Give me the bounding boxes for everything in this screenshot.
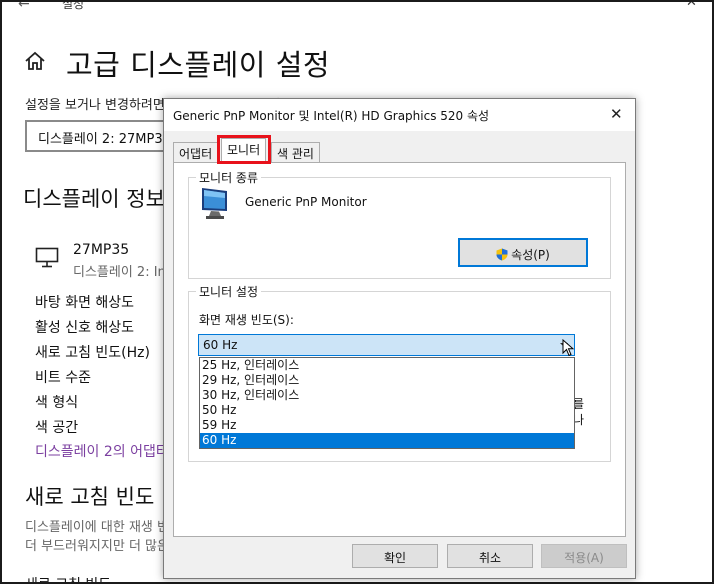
display-select-dropdown[interactable]: 디스플레이 2: 27MP35: [25, 120, 185, 152]
option-59hz[interactable]: 59 Hz: [200, 418, 574, 433]
property-color-format: 색 형식: [35, 395, 79, 411]
monitor-icon: [35, 247, 59, 268]
tab-adapter[interactable]: 어댑터: [173, 142, 219, 162]
refresh-rate-combobox[interactable]: 60 Hz: [198, 334, 575, 356]
monitor-settings-group-label: 모니터 설정: [196, 283, 262, 300]
property-refresh-rate: 새로 고침 빈도(Hz): [35, 345, 150, 361]
property-desktop-resolution: 바탕 화면 해상도: [35, 295, 135, 311]
settings-window-title: 설정: [62, 0, 85, 11]
monitor-icon: [202, 188, 227, 219]
display-info-heading: 디스플레이 정보: [23, 187, 165, 211]
refresh-rate-options-list[interactable]: 25 Hz, 인터레이스 29 Hz, 인터레이스 30 Hz, 인터레이스 5…: [199, 357, 575, 449]
cancel-button[interactable]: 취소: [447, 544, 533, 568]
refresh-rate-label: 새로 고침 빈도: [25, 574, 111, 582]
monitor-properties-dialog: Generic PnP Monitor 및 Intel(R) HD Graphi…: [163, 98, 636, 579]
property-color-space: 색 공간: [35, 420, 79, 436]
apply-button: 적용(A): [541, 544, 627, 568]
refresh-rate-heading: 새로 고침 빈도: [25, 485, 155, 509]
tab-color-management[interactable]: 색 관리: [271, 142, 320, 162]
option-25hz-interlaced[interactable]: 25 Hz, 인터레이스: [200, 358, 574, 373]
back-icon[interactable]: ←: [18, 2, 30, 12]
property-bit-depth: 비트 수준: [35, 370, 91, 386]
dialog-title: Generic PnP Monitor 및 Intel(R) HD Graphi…: [173, 109, 490, 123]
option-50hz[interactable]: 50 Hz: [200, 403, 574, 418]
monitor-type-name: Generic PnP Monitor: [245, 195, 367, 209]
properties-button[interactable]: 속성(P): [458, 238, 588, 267]
tab-monitor[interactable]: 모니터: [221, 138, 267, 163]
mouse-cursor-icon: [562, 339, 574, 357]
home-icon[interactable]: [24, 50, 46, 72]
properties-button-label: 속성(P): [511, 248, 550, 262]
ok-button[interactable]: 확인: [352, 544, 438, 568]
page-title: 고급 디스플레이 설정: [66, 48, 331, 82]
refresh-rate-field-label: 화면 재생 빈도(S):: [199, 313, 294, 327]
monitor-name: 27MP35: [73, 242, 130, 258]
option-30hz-interlaced[interactable]: 30 Hz, 인터레이스: [200, 388, 574, 403]
option-29hz-interlaced[interactable]: 29 Hz, 인터레이스: [200, 373, 574, 388]
dialog-close-icon[interactable]: ✕: [610, 105, 623, 123]
monitor-type-group-label: 모니터 종류: [196, 169, 262, 186]
property-active-signal-resolution: 활성 신호 해상도: [35, 320, 135, 336]
uac-shield-icon: [496, 248, 508, 261]
display-select-value: 디스플레이 2: 27MP35: [38, 132, 171, 147]
settings-close-icon[interactable]: ✕: [686, 2, 697, 10]
option-60hz-selected[interactable]: 60 Hz: [200, 433, 574, 448]
dialog-titlebar[interactable]: Generic PnP Monitor 및 Intel(R) HD Graphi…: [164, 99, 635, 131]
refresh-rate-value: 60 Hz: [203, 338, 238, 352]
